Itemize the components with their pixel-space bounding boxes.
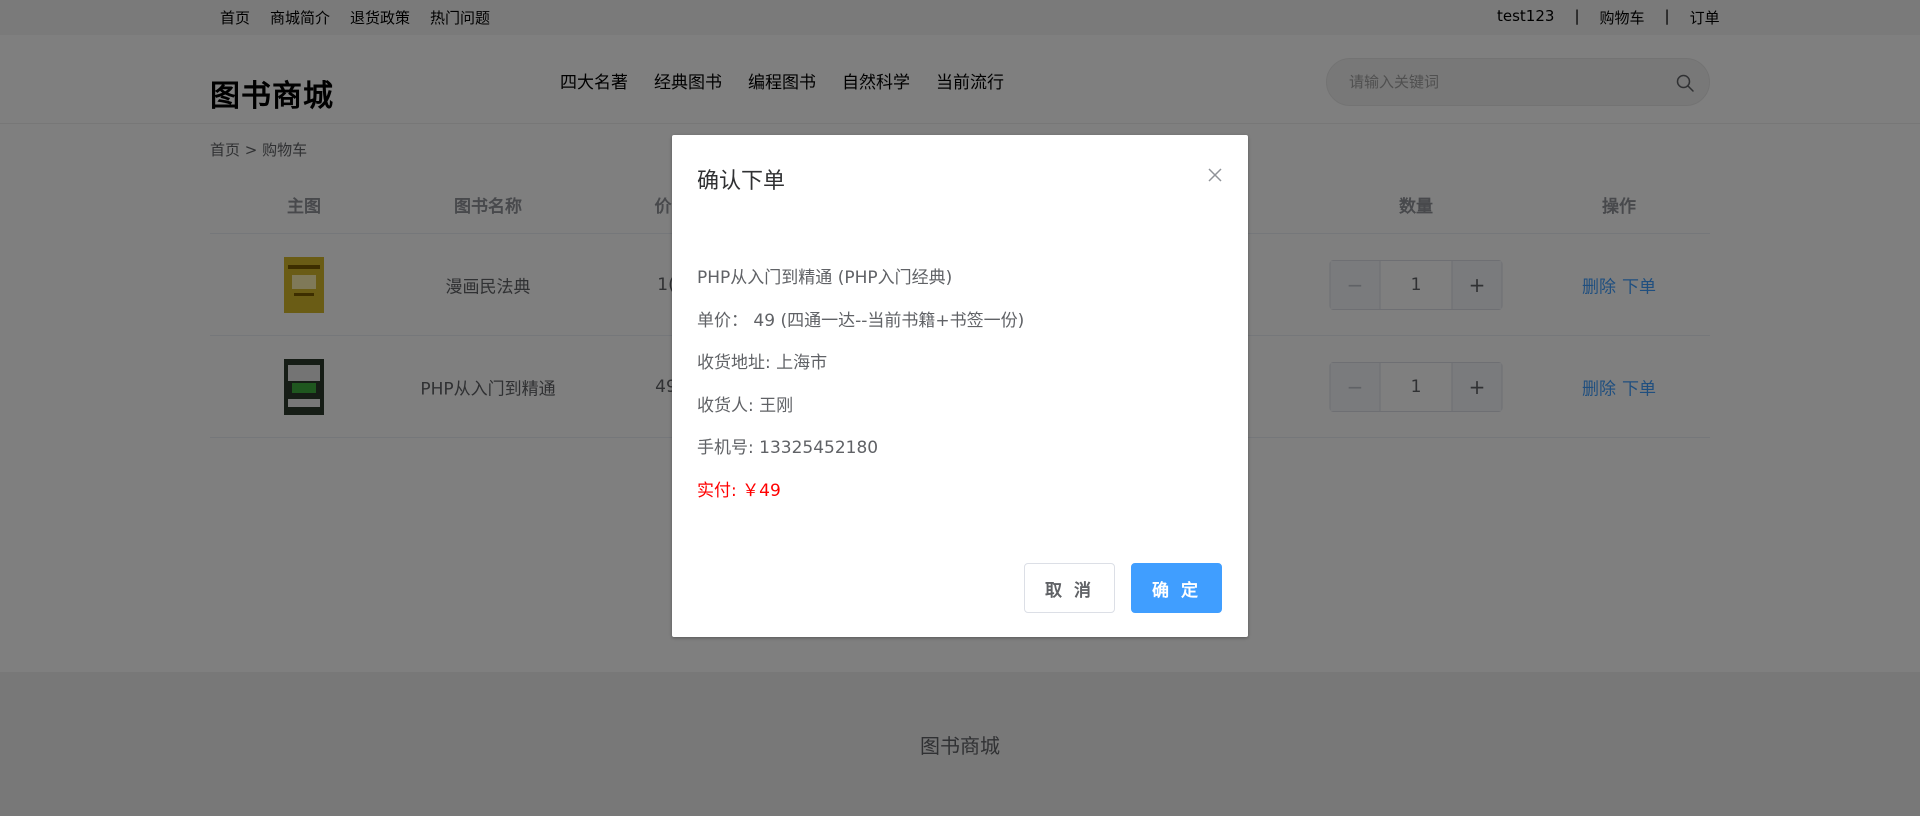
close-icon[interactable] [1207,167,1223,183]
confirm-order-dialog: 确认下单 PHP从入门到精通 (PHP入门经典) 单价： 49 (四通一达--当… [672,135,1248,637]
order-phone: 手机号: 13325452180 [697,438,879,458]
order-book-name: PHP从入门到精通 (PHP入门经典) [697,268,953,288]
order-receiver: 收货人: 王刚 [697,395,794,416]
order-total: 实付: ￥49 [697,480,781,501]
dialog-body: PHP从入门到精通 (PHP入门经典) 单价： 49 (四通一达--当前书籍+书… [697,257,1024,512]
order-price: 单价： 49 (四通一达--当前书籍+书签一份) [697,310,1025,331]
order-address: 收货地址: 上海市 [697,353,828,373]
dialog-title: 确认下单 [697,169,786,194]
cancel-button[interactable]: 取 消 [1024,563,1115,613]
confirm-button[interactable]: 确 定 [1131,563,1222,613]
